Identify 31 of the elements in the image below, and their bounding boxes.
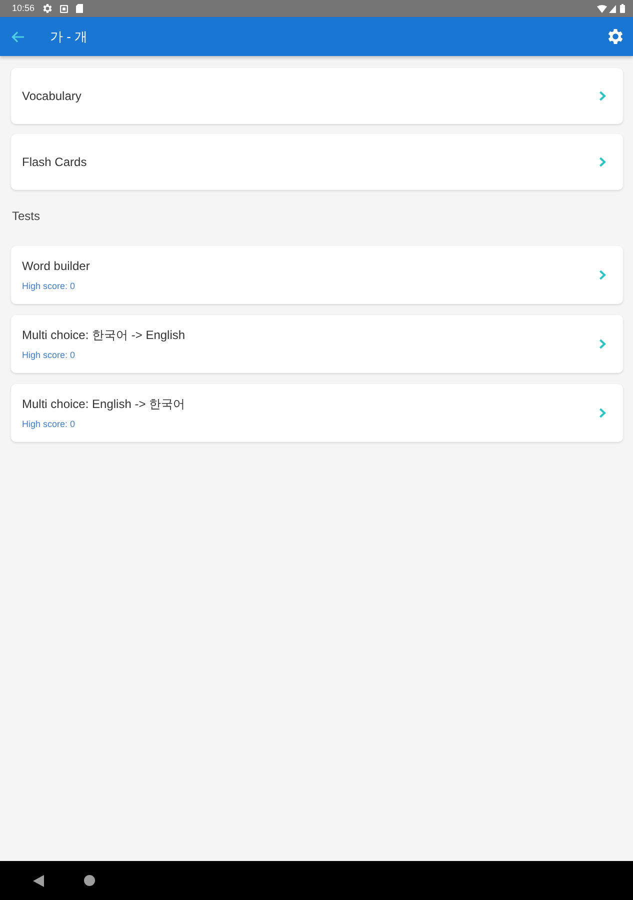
test-card[interactable]: Multi choice: 한국어 -> English High score: 0 [11,315,623,374]
screen-title: 가 - 개 [50,28,88,46]
test-label: Multi choice: 한국어 -> English [22,328,186,343]
settings-icon[interactable] [608,29,623,44]
home-circle-icon[interactable] [84,875,95,886]
section-title: Tests [12,209,42,224]
test-card[interactable]: Multi choice: English -> 한국어 High score: 0 [11,384,623,442]
back-arrow-icon[interactable] [11,30,25,42]
sd-card-icon [76,4,83,13]
test-label: Multi choice: English -> 한국어 [22,397,186,412]
menu-card[interactable]: Vocabulary [11,68,623,124]
wifi-icon [597,4,607,12]
high-score-text: High score: 0 [22,350,76,361]
menu-label: Flash Cards [22,154,87,170]
square-icon [60,4,68,12]
chevron-right-icon [599,270,606,280]
high-score-text: High score: 0 [22,282,76,292]
high-score-text: High score: 0 [22,420,76,430]
clock-time: 10:56 [12,2,35,15]
chevron-right-icon [599,91,606,101]
test-label: Word builder [22,259,90,274]
battery-icon [620,4,625,13]
chevron-right-icon [599,408,606,418]
signal-icon [609,4,616,12]
gear-icon [42,4,52,13]
chevron-right-icon [599,157,606,167]
menu-card[interactable]: Flash Cards [11,134,623,190]
back-triangle-icon[interactable] [33,874,44,886]
test-card[interactable]: Word builder High score: 0 [11,246,623,304]
chevron-right-icon [599,339,606,350]
menu-label: Vocabulary [22,88,82,104]
